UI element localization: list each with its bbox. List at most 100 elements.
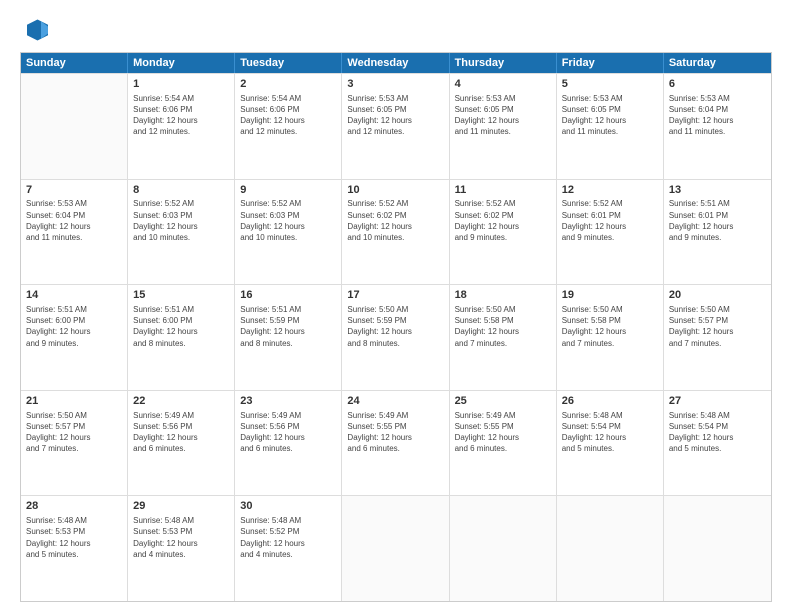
- cal-cell: 30Sunrise: 5:48 AMSunset: 5:52 PMDayligh…: [235, 496, 342, 601]
- cell-info: Sunrise: 5:48 AMSunset: 5:54 PMDaylight:…: [669, 410, 766, 455]
- cal-cell: 23Sunrise: 5:49 AMSunset: 5:56 PMDayligh…: [235, 391, 342, 496]
- logo-icon: [20, 16, 48, 44]
- cell-info: Sunrise: 5:48 AMSunset: 5:54 PMDaylight:…: [562, 410, 658, 455]
- day-number: 22: [133, 394, 229, 409]
- cal-cell: 29Sunrise: 5:48 AMSunset: 5:53 PMDayligh…: [128, 496, 235, 601]
- cell-info: Sunrise: 5:49 AMSunset: 5:55 PMDaylight:…: [455, 410, 551, 455]
- cal-cell: 10Sunrise: 5:52 AMSunset: 6:02 PMDayligh…: [342, 180, 449, 285]
- day-number: 27: [669, 394, 766, 409]
- cell-info: Sunrise: 5:52 AMSunset: 6:03 PMDaylight:…: [240, 198, 336, 243]
- cal-cell: 6Sunrise: 5:53 AMSunset: 6:04 PMDaylight…: [664, 74, 771, 179]
- day-number: 14: [26, 288, 122, 303]
- day-number: 26: [562, 394, 658, 409]
- cal-cell: 7Sunrise: 5:53 AMSunset: 6:04 PMDaylight…: [21, 180, 128, 285]
- day-number: 17: [347, 288, 443, 303]
- cal-cell: 21Sunrise: 5:50 AMSunset: 5:57 PMDayligh…: [21, 391, 128, 496]
- day-number: 4: [455, 77, 551, 92]
- cell-info: Sunrise: 5:54 AMSunset: 6:06 PMDaylight:…: [240, 93, 336, 138]
- cell-info: Sunrise: 5:53 AMSunset: 6:05 PMDaylight:…: [562, 93, 658, 138]
- cell-info: Sunrise: 5:48 AMSunset: 5:53 PMDaylight:…: [133, 515, 229, 560]
- cal-cell: 12Sunrise: 5:52 AMSunset: 6:01 PMDayligh…: [557, 180, 664, 285]
- day-number: 11: [455, 183, 551, 198]
- week-row-1: 1Sunrise: 5:54 AMSunset: 6:06 PMDaylight…: [21, 73, 771, 179]
- cell-info: Sunrise: 5:50 AMSunset: 5:58 PMDaylight:…: [562, 304, 658, 349]
- day-number: 7: [26, 183, 122, 198]
- cal-cell: 11Sunrise: 5:52 AMSunset: 6:02 PMDayligh…: [450, 180, 557, 285]
- day-number: 1: [133, 77, 229, 92]
- day-number: 6: [669, 77, 766, 92]
- cell-info: Sunrise: 5:49 AMSunset: 5:55 PMDaylight:…: [347, 410, 443, 455]
- cal-cell: 18Sunrise: 5:50 AMSunset: 5:58 PMDayligh…: [450, 285, 557, 390]
- day-number: 23: [240, 394, 336, 409]
- cell-info: Sunrise: 5:52 AMSunset: 6:02 PMDaylight:…: [347, 198, 443, 243]
- cell-info: Sunrise: 5:53 AMSunset: 6:04 PMDaylight:…: [669, 93, 766, 138]
- cal-cell: 27Sunrise: 5:48 AMSunset: 5:54 PMDayligh…: [664, 391, 771, 496]
- cal-cell: 28Sunrise: 5:48 AMSunset: 5:53 PMDayligh…: [21, 496, 128, 601]
- cal-cell: [342, 496, 449, 601]
- cal-cell: 15Sunrise: 5:51 AMSunset: 6:00 PMDayligh…: [128, 285, 235, 390]
- day-number: 12: [562, 183, 658, 198]
- day-number: 20: [669, 288, 766, 303]
- cell-info: Sunrise: 5:48 AMSunset: 5:52 PMDaylight:…: [240, 515, 336, 560]
- day-number: 25: [455, 394, 551, 409]
- day-number: 29: [133, 499, 229, 514]
- cell-info: Sunrise: 5:50 AMSunset: 5:57 PMDaylight:…: [669, 304, 766, 349]
- cal-cell: 19Sunrise: 5:50 AMSunset: 5:58 PMDayligh…: [557, 285, 664, 390]
- col-header-saturday: Saturday: [664, 53, 771, 73]
- day-number: 9: [240, 183, 336, 198]
- cal-cell: 14Sunrise: 5:51 AMSunset: 6:00 PMDayligh…: [21, 285, 128, 390]
- cell-info: Sunrise: 5:54 AMSunset: 6:06 PMDaylight:…: [133, 93, 229, 138]
- col-header-friday: Friday: [557, 53, 664, 73]
- page: SundayMondayTuesdayWednesdayThursdayFrid…: [0, 0, 792, 612]
- day-number: 18: [455, 288, 551, 303]
- cal-cell: [450, 496, 557, 601]
- cal-cell: [664, 496, 771, 601]
- week-row-5: 28Sunrise: 5:48 AMSunset: 5:53 PMDayligh…: [21, 495, 771, 601]
- cal-cell: 25Sunrise: 5:49 AMSunset: 5:55 PMDayligh…: [450, 391, 557, 496]
- cal-cell: 8Sunrise: 5:52 AMSunset: 6:03 PMDaylight…: [128, 180, 235, 285]
- cal-cell: 24Sunrise: 5:49 AMSunset: 5:55 PMDayligh…: [342, 391, 449, 496]
- cell-info: Sunrise: 5:53 AMSunset: 6:05 PMDaylight:…: [455, 93, 551, 138]
- col-header-wednesday: Wednesday: [342, 53, 449, 73]
- cal-cell: 16Sunrise: 5:51 AMSunset: 5:59 PMDayligh…: [235, 285, 342, 390]
- day-number: 2: [240, 77, 336, 92]
- week-row-4: 21Sunrise: 5:50 AMSunset: 5:57 PMDayligh…: [21, 390, 771, 496]
- day-number: 5: [562, 77, 658, 92]
- cal-cell: [557, 496, 664, 601]
- day-number: 13: [669, 183, 766, 198]
- day-number: 10: [347, 183, 443, 198]
- col-header-tuesday: Tuesday: [235, 53, 342, 73]
- logo: [20, 16, 52, 44]
- cell-info: Sunrise: 5:51 AMSunset: 6:01 PMDaylight:…: [669, 198, 766, 243]
- day-number: 8: [133, 183, 229, 198]
- cal-cell: 22Sunrise: 5:49 AMSunset: 5:56 PMDayligh…: [128, 391, 235, 496]
- day-number: 30: [240, 499, 336, 514]
- cell-info: Sunrise: 5:48 AMSunset: 5:53 PMDaylight:…: [26, 515, 122, 560]
- cell-info: Sunrise: 5:53 AMSunset: 6:05 PMDaylight:…: [347, 93, 443, 138]
- cal-cell: 26Sunrise: 5:48 AMSunset: 5:54 PMDayligh…: [557, 391, 664, 496]
- day-number: 15: [133, 288, 229, 303]
- cell-info: Sunrise: 5:49 AMSunset: 5:56 PMDaylight:…: [133, 410, 229, 455]
- cell-info: Sunrise: 5:50 AMSunset: 5:57 PMDaylight:…: [26, 410, 122, 455]
- cell-info: Sunrise: 5:51 AMSunset: 6:00 PMDaylight:…: [26, 304, 122, 349]
- cal-cell: 20Sunrise: 5:50 AMSunset: 5:57 PMDayligh…: [664, 285, 771, 390]
- cell-info: Sunrise: 5:52 AMSunset: 6:03 PMDaylight:…: [133, 198, 229, 243]
- cal-cell: 3Sunrise: 5:53 AMSunset: 6:05 PMDaylight…: [342, 74, 449, 179]
- cal-cell: 5Sunrise: 5:53 AMSunset: 6:05 PMDaylight…: [557, 74, 664, 179]
- cell-info: Sunrise: 5:52 AMSunset: 6:01 PMDaylight:…: [562, 198, 658, 243]
- col-header-monday: Monday: [128, 53, 235, 73]
- day-number: 16: [240, 288, 336, 303]
- col-header-thursday: Thursday: [450, 53, 557, 73]
- cell-info: Sunrise: 5:51 AMSunset: 6:00 PMDaylight:…: [133, 304, 229, 349]
- header: [20, 16, 772, 44]
- day-number: 24: [347, 394, 443, 409]
- cell-info: Sunrise: 5:50 AMSunset: 5:59 PMDaylight:…: [347, 304, 443, 349]
- cell-info: Sunrise: 5:49 AMSunset: 5:56 PMDaylight:…: [240, 410, 336, 455]
- cal-cell: 17Sunrise: 5:50 AMSunset: 5:59 PMDayligh…: [342, 285, 449, 390]
- day-number: 21: [26, 394, 122, 409]
- cal-cell: 13Sunrise: 5:51 AMSunset: 6:01 PMDayligh…: [664, 180, 771, 285]
- cell-info: Sunrise: 5:52 AMSunset: 6:02 PMDaylight:…: [455, 198, 551, 243]
- cal-cell: 2Sunrise: 5:54 AMSunset: 6:06 PMDaylight…: [235, 74, 342, 179]
- col-header-sunday: Sunday: [21, 53, 128, 73]
- cell-info: Sunrise: 5:51 AMSunset: 5:59 PMDaylight:…: [240, 304, 336, 349]
